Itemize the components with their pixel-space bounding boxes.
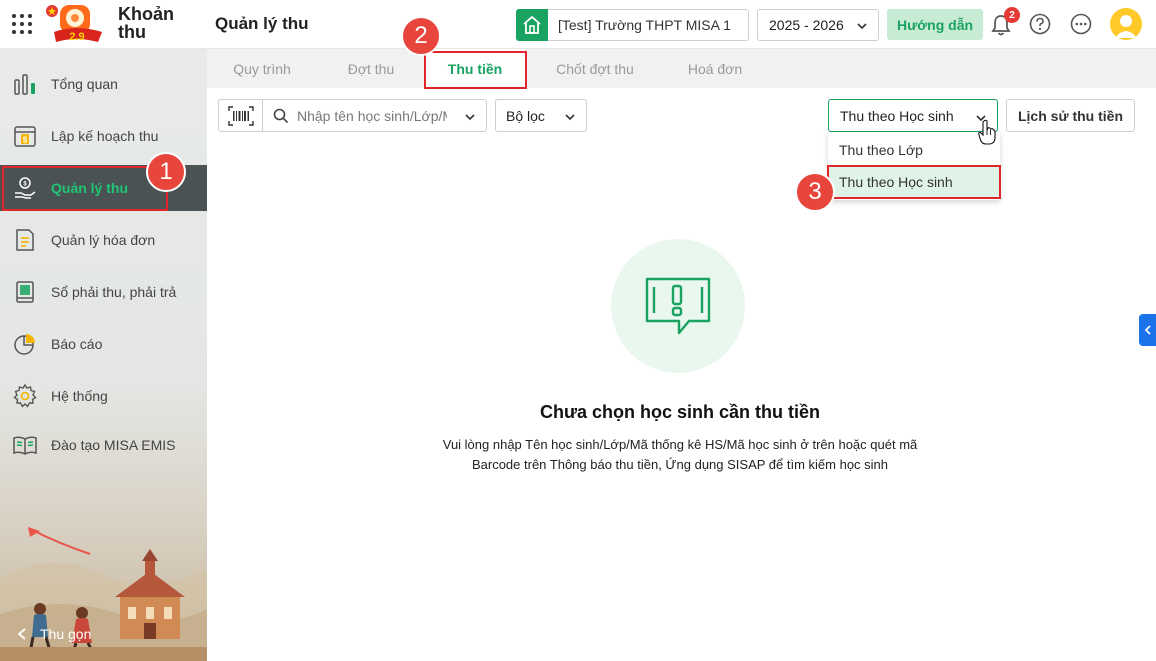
highlight-option-by-student bbox=[827, 165, 1001, 199]
sidebar-item-reports[interactable]: Báo cáo bbox=[0, 321, 207, 367]
school-year-select[interactable]: 2025 - 2026 bbox=[757, 9, 879, 41]
barcode-icon bbox=[227, 105, 254, 126]
sidebar-item-label: Lập kế hoạch thu bbox=[51, 128, 159, 144]
chevron-down-icon bbox=[565, 114, 575, 121]
guide-button[interactable]: Hướng dẫn bbox=[887, 9, 983, 40]
chevron-down-icon bbox=[857, 23, 867, 30]
school-selector[interactable]: [Test] Trường THPT MISA 1 bbox=[516, 9, 749, 41]
side-panel-toggle[interactable] bbox=[1139, 314, 1156, 346]
step-marker-3: 3 bbox=[795, 172, 835, 212]
search-icon bbox=[273, 108, 289, 123]
step-marker-1: 1 bbox=[146, 152, 186, 192]
school-name: [Test] Trường THPT MISA 1 bbox=[558, 17, 731, 33]
page-title: Quản lý thu bbox=[215, 14, 309, 33]
collapse-label: Thu gọn bbox=[40, 626, 92, 642]
collection-mode-value: Thu theo Học sinh bbox=[840, 107, 954, 124]
collection-mode-select[interactable]: Thu theo Học sinh bbox=[828, 99, 998, 132]
book-icon bbox=[16, 281, 34, 303]
chevron-left-icon bbox=[17, 628, 26, 640]
gear-icon bbox=[13, 383, 37, 408]
tab-collection-period[interactable]: Đợt thu bbox=[317, 49, 425, 88]
empty-state-desc-line2: Barcode trên Thông báo thu tiền, Ứng dụn… bbox=[471, 457, 889, 472]
school-year-value: 2025 - 2026 bbox=[769, 17, 844, 33]
sidebar-item-overview[interactable]: Tổng quan bbox=[0, 61, 207, 107]
sidebar-item-receivables-book[interactable]: Sổ phải thu, phải trả bbox=[0, 269, 207, 315]
app-logo: 2.9 bbox=[46, 5, 102, 43]
tab-close-period[interactable]: Chốt đợt thu bbox=[525, 49, 665, 88]
hand-cursor-icon bbox=[978, 119, 996, 145]
filter-dropdown[interactable]: Bộ lọc bbox=[495, 99, 587, 132]
invoice-icon bbox=[16, 229, 34, 251]
sidebar-item-label: Báo cáo bbox=[51, 336, 103, 352]
empty-state-title: Chưa chọn học sinh cần thu tiền bbox=[539, 402, 821, 422]
tab-bar: Quy trình Đợt thu Thu tiền Chốt đợt thu … bbox=[207, 49, 1156, 88]
barcode-scan-button[interactable] bbox=[218, 99, 263, 132]
empty-state-description: Vui lòng nhập Tên học sinh/Lớp/Mã thống … bbox=[380, 435, 980, 475]
app-name-line2: thu bbox=[118, 22, 146, 42]
sidebar-item-training[interactable]: Đào tạo MISA EMIS bbox=[0, 422, 207, 468]
highlight-sidebar-revenue bbox=[2, 166, 168, 211]
help-icon[interactable] bbox=[1029, 13, 1051, 35]
sidebar-item-label: Quản lý hóa đơn bbox=[51, 232, 156, 248]
alert-message-icon bbox=[645, 277, 711, 335]
sidebar-item-planning[interactable]: $ Lập kế hoạch thu bbox=[0, 113, 207, 159]
top-bar: 2.9 Khoản thu Quản lý thu [Test] Trường … bbox=[0, 0, 1156, 49]
calendar-dollar-icon: $ bbox=[14, 126, 36, 147]
more-options-icon[interactable] bbox=[1070, 13, 1092, 35]
option-collect-by-class[interactable]: Thu theo Lớp bbox=[828, 134, 1000, 166]
pie-chart-icon bbox=[14, 334, 35, 355]
sidebar-item-label: Đào tạo MISA EMIS bbox=[51, 437, 176, 453]
chevron-down-icon[interactable] bbox=[464, 111, 476, 123]
school-icon bbox=[516, 9, 548, 41]
sidebar-item-label: Hệ thống bbox=[51, 388, 108, 404]
collapse-button[interactable]: Thu gọn bbox=[16, 626, 91, 642]
step-marker-2: 2 bbox=[401, 16, 441, 56]
tab-invoice[interactable]: Hoá đơn bbox=[665, 49, 765, 88]
app-grid-icon[interactable] bbox=[12, 14, 32, 34]
chevron-left-icon bbox=[1144, 325, 1151, 335]
sidebar-item-label: Tổng quan bbox=[51, 76, 118, 92]
highlight-tab-collect-money bbox=[424, 51, 527, 89]
sidebar-item-label: Sổ phải thu, phải trả bbox=[51, 284, 177, 300]
sidebar-item-invoice-management[interactable]: Quản lý hóa đơn bbox=[0, 217, 207, 263]
bar-chart-icon bbox=[14, 74, 35, 95]
notification-badge: 2 bbox=[1004, 7, 1020, 23]
tab-process[interactable]: Quy trình bbox=[207, 49, 317, 88]
svg-text:2.9: 2.9 bbox=[69, 31, 84, 43]
app-name: Khoản thu bbox=[118, 5, 198, 41]
student-search-input[interactable] bbox=[297, 107, 447, 124]
empty-state-desc-line1: Vui lòng nhập Tên học sinh/Lớp/Mã thống … bbox=[442, 437, 918, 452]
payment-history-button[interactable]: Lịch sử thu tiền bbox=[1006, 99, 1135, 132]
filter-label: Bộ lọc bbox=[506, 107, 545, 124]
sidebar: Tổng quan $ Lập kế hoạch thu $ Quản lý t… bbox=[0, 49, 207, 661]
empty-state-illustration bbox=[611, 239, 745, 373]
app-name-line1: Khoản bbox=[118, 4, 174, 24]
svg-text:$: $ bbox=[23, 136, 28, 145]
student-search bbox=[262, 99, 487, 132]
open-book-icon bbox=[13, 436, 37, 455]
user-avatar[interactable] bbox=[1110, 8, 1142, 40]
sidebar-item-system[interactable]: Hệ thống bbox=[0, 373, 207, 419]
